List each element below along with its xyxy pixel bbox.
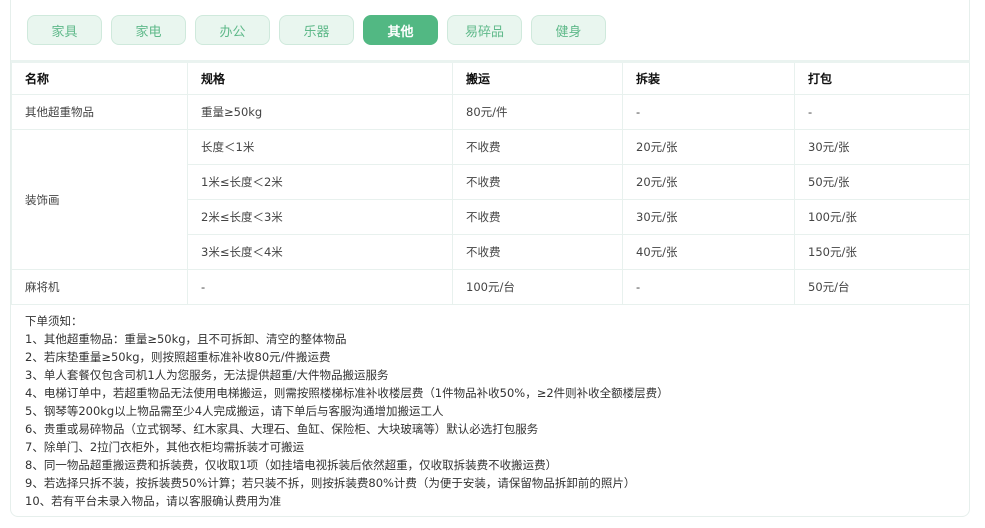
cell-assemble: -: [622, 94, 795, 130]
tab-furniture[interactable]: 家具: [27, 15, 102, 45]
cell-name: 其他超重物品: [11, 94, 188, 130]
cell-pack: 150元/张: [794, 234, 970, 270]
category-tabs: 家具 家电 办公 乐器 其他 易碎品 健身: [27, 15, 606, 45]
tab-appliances[interactable]: 家电: [111, 15, 186, 45]
cell-assemble: 20元/张: [622, 129, 795, 165]
tab-instruments[interactable]: 乐器: [279, 15, 354, 45]
cell-pack: -: [794, 94, 970, 130]
cell-move: 不收费: [452, 234, 623, 270]
cell-move: 100元/台: [452, 269, 623, 305]
tab-fitness[interactable]: 健身: [531, 15, 606, 45]
header-pack: 打包: [794, 60, 970, 95]
price-table: 名称 规格 搬运 拆装 打包 其他超重物品 重量≥50kg 80元/件 - - …: [11, 60, 970, 305]
note-item: 8、同一物品超重搬运费和拆装费，仅收取1项（如挂墙电视拆装后依然超重，仅收取拆装…: [25, 458, 558, 472]
cell-move: 不收费: [452, 199, 623, 235]
cell-name: 装饰画: [11, 129, 188, 270]
cell-pack: 50元/张: [794, 164, 970, 200]
header-spec: 规格: [187, 60, 453, 95]
notes-title: 下单须知：: [25, 314, 83, 328]
note-item: 10、若有平台未录入物品，请以客服确认费用为准: [25, 494, 282, 508]
note-item: 3、单人套餐仅包含司机1人为您服务，无法提供超重/大件物品搬运服务: [25, 368, 389, 382]
cell-pack: 50元/台: [794, 269, 970, 305]
cell-move: 不收费: [452, 164, 623, 200]
cell-pack: 30元/张: [794, 129, 970, 165]
tab-office[interactable]: 办公: [195, 15, 270, 45]
cell-name: 麻将机: [11, 269, 188, 305]
cell-spec: -: [187, 269, 453, 305]
cell-move: 80元/件: [452, 94, 623, 130]
note-item: 2、若床垫重量≥50kg，则按照超重标准补收80元/件搬运费: [25, 350, 331, 364]
cell-pack: 100元/张: [794, 199, 970, 235]
table-row: 装饰画 长度＜1米 不收费 20元/张 30元/张: [11, 129, 970, 270]
cell-assemble: 40元/张: [622, 234, 795, 270]
table-row: 其他超重物品 重量≥50kg 80元/件 - -: [11, 94, 970, 130]
cell-spec: 长度＜1米: [187, 129, 453, 165]
header-move: 搬运: [452, 60, 623, 95]
table-row: 麻将机 - 100元/台 - 50元/台: [11, 269, 970, 305]
tab-other[interactable]: 其他: [363, 15, 438, 45]
cell-move: 不收费: [452, 129, 623, 165]
cell-spec: 1米≤长度＜2米: [187, 164, 453, 200]
note-item: 1、其他超重物品：重量≥50kg，且不可拆卸、清空的整体物品: [25, 332, 347, 346]
cell-spec: 重量≥50kg: [187, 94, 453, 130]
header-name: 名称: [11, 60, 188, 95]
table-header-row: 名称 规格 搬运 拆装 打包: [11, 60, 970, 95]
order-notes: 下单须知： 1、其他超重物品：重量≥50kg，且不可拆卸、清空的整体物品 2、若…: [25, 312, 669, 510]
note-item: 4、电梯订单中，若超重物品无法使用电梯搬运，则需按照楼梯标准补收楼层费（1件物品…: [25, 386, 669, 400]
cell-assemble: 30元/张: [622, 199, 795, 235]
tab-fragile[interactable]: 易碎品: [447, 15, 522, 45]
header-assemble: 拆装: [622, 60, 795, 95]
note-item: 5、钢琴等200kg以上物品需至少4人完成搬运，请下单后与客服沟通增加搬运工人: [25, 404, 444, 418]
cell-spec: 2米≤长度＜3米: [187, 199, 453, 235]
note-item: 6、贵重或易碎物品（立式钢琴、红木家具、大理石、鱼缸、保险柜、大块玻璃等）默认必…: [25, 422, 539, 436]
cell-assemble: -: [622, 269, 795, 305]
note-item: 9、若选择只拆不装，按拆装费50%计算；若只装不拆，则按拆装费80%计费（为便于…: [25, 476, 636, 490]
note-item: 7、除单门、2拉门衣柜外，其他衣柜均需拆装才可搬运: [25, 440, 305, 454]
cell-spec: 3米≤长度＜4米: [187, 234, 453, 270]
cell-assemble: 20元/张: [622, 164, 795, 200]
